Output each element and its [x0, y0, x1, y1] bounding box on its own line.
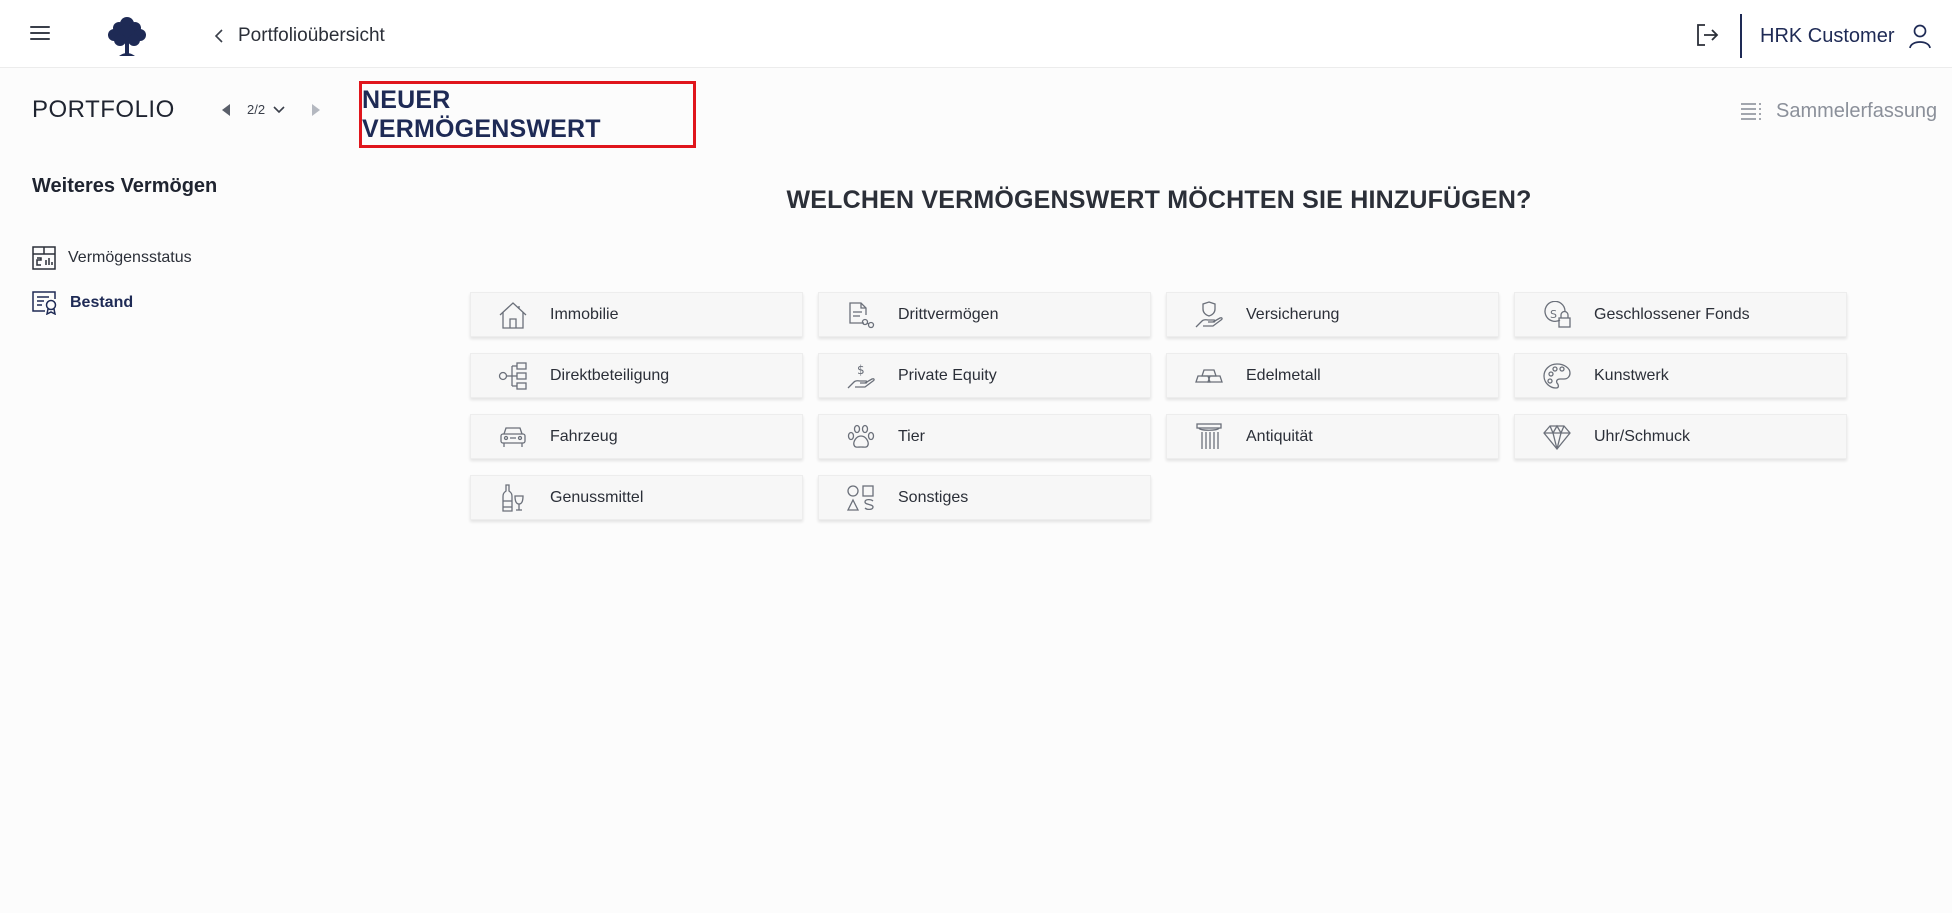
new-asset-title-box: NEUER VERMÖGENSWERT [359, 81, 696, 148]
asset-card-label: Uhr/Schmuck [1594, 427, 1691, 445]
new-asset-title: NEUER VERMÖGENSWERT [362, 85, 601, 143]
pager-prev-icon[interactable] [222, 103, 231, 116]
tree-logo-icon[interactable] [105, 14, 149, 58]
asset-card-label: Geschlossener Fonds [1594, 305, 1750, 323]
asset-card-antiquitaet[interactable]: Antiquität [1166, 414, 1499, 459]
back-to-portfolio-link[interactable]: Portfolioübersicht [214, 22, 385, 50]
asset-card-edelmetall[interactable]: Edelmetall [1166, 353, 1499, 398]
top-bar: Portfolioübersicht HRK Customer [0, 0, 1952, 68]
paw-icon [843, 421, 879, 453]
user-menu[interactable]: HRK Customer [1760, 22, 1932, 50]
asset-card-direktbeteiligung[interactable]: Direktbeteiligung [470, 353, 803, 398]
asset-question-heading: WELCHEN VERMÖGENSWERT MÖCHTEN SIE HINZUF… [786, 186, 1532, 214]
pager-next-icon[interactable] [311, 103, 321, 116]
asset-card-versicherung[interactable]: Versicherung [1166, 292, 1499, 337]
portfolio-title: PORTFOLIO [32, 96, 175, 123]
asset-card-label: Edelmetall [1246, 366, 1321, 384]
asset-card-label: Private Equity [898, 366, 997, 384]
svg-text:$: $ [857, 363, 865, 377]
user-name: HRK Customer [1760, 24, 1895, 47]
asset-card-tier[interactable]: Tier [818, 414, 1151, 459]
chevron-left-icon [214, 29, 224, 43]
asset-card-genussmittel[interactable]: Genussmittel [470, 475, 803, 520]
column-icon [1191, 421, 1227, 453]
asset-card-label: Tier [898, 427, 925, 445]
asset-card-sonstiges[interactable]: Sonstiges [818, 475, 1151, 520]
svg-text:S: S [1550, 308, 1557, 321]
header-divider [1740, 14, 1742, 58]
asset-type-grid: Immobilie Drittvermögen Versicherung S G… [470, 292, 1847, 520]
pager-count: 2/2 [247, 102, 266, 117]
wine-icon [495, 482, 531, 514]
hamburger-menu-icon[interactable] [30, 22, 60, 50]
sidebar-item-bestand[interactable]: Bestand [32, 291, 133, 315]
car-icon [495, 421, 531, 453]
asset-card-label: Kunstwerk [1594, 366, 1669, 384]
asset-card-uhr-schmuck[interactable]: Uhr/Schmuck [1514, 414, 1847, 459]
sidebar-item-label: Vermögensstatus [68, 249, 192, 266]
bulk-entry-button[interactable]: Sammelerfassung [1740, 100, 1937, 123]
shapes-icon [843, 482, 879, 514]
asset-card-label: Fahrzeug [550, 427, 618, 445]
coin-lock-icon: S [1539, 299, 1575, 331]
asset-card-geschlossener-fonds[interactable]: S Geschlossener Fonds [1514, 292, 1847, 337]
palette-icon [1539, 360, 1575, 392]
asset-card-label: Genussmittel [550, 488, 644, 506]
sidebar-title: Weiteres Vermögen [32, 175, 218, 197]
bulk-entry-label: Sammelerfassung [1776, 100, 1938, 122]
portfolio-pager: 2/2 [222, 102, 321, 117]
asset-card-label: Versicherung [1246, 305, 1340, 323]
user-icon [1908, 23, 1932, 49]
diamond-icon [1539, 421, 1575, 453]
asset-card-fahrzeug[interactable]: Fahrzeug [470, 414, 803, 459]
asset-card-label: Direktbeteiligung [550, 366, 670, 384]
asset-card-kunstwerk[interactable]: Kunstwerk [1514, 353, 1847, 398]
house-icon [495, 299, 531, 331]
gold-bars-icon [1191, 360, 1227, 392]
sidebar-item-vermoegensstatus[interactable]: Vermögensstatus [32, 246, 192, 270]
hierarchy-icon [495, 360, 531, 392]
dollar-hand-icon: $ [843, 360, 879, 392]
asset-card-private-equity[interactable]: $ Private Equity [818, 353, 1151, 398]
asset-card-drittvermoegen[interactable]: Drittvermögen [818, 292, 1151, 337]
asset-card-label: Antiquität [1246, 427, 1313, 445]
shield-hand-icon [1191, 299, 1227, 331]
certificate-icon [32, 291, 58, 315]
logout-icon[interactable] [1693, 20, 1723, 50]
asset-card-label: Immobilie [550, 305, 619, 323]
asset-card-label: Sonstiges [898, 488, 969, 506]
asset-card-label: Drittvermögen [898, 305, 999, 323]
back-link-label: Portfolioübersicht [238, 25, 385, 46]
list-icon [1740, 101, 1764, 123]
sidebar-item-label: Bestand [70, 294, 134, 311]
pager-dropdown-icon[interactable] [273, 105, 285, 114]
status-table-icon [32, 246, 56, 270]
document-icon [843, 299, 879, 331]
asset-card-immobilie[interactable]: Immobilie [470, 292, 803, 337]
